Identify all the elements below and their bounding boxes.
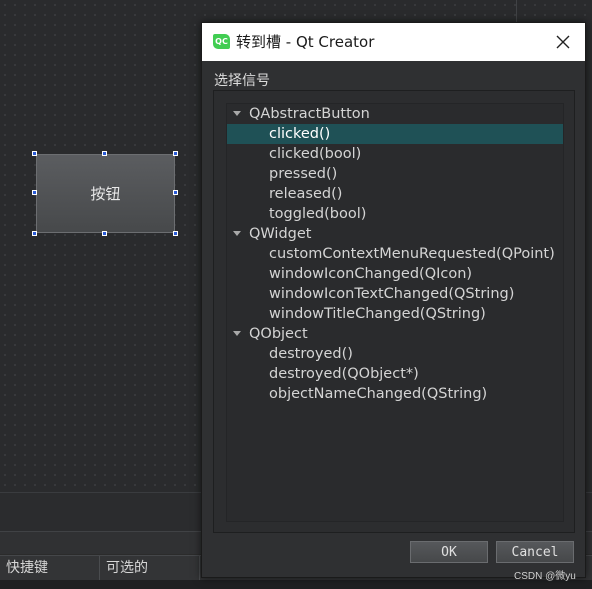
tree-row-label: clicked(bool) <box>269 146 362 162</box>
tree-row-label: windowIconChanged(QIcon) <box>269 266 473 282</box>
resize-handle-bottom[interactable] <box>102 231 107 236</box>
tree-row-label: QAbstractButton <box>249 106 370 122</box>
push-button-label: 按钮 <box>90 185 121 203</box>
tree-item[interactable]: clicked() <box>227 124 563 144</box>
resize-handle-right[interactable] <box>173 190 178 195</box>
signal-tree[interactable]: QAbstractButton clicked() clicked(bool) pre… <box>226 103 564 522</box>
tree-item[interactable]: toggled(bool) <box>227 204 563 224</box>
tree-item[interactable]: customContextMenuRequested(QPoint) <box>227 244 563 264</box>
tree-item[interactable]: objectNameChanged(QString) <box>227 384 563 404</box>
tree-item[interactable]: pressed() <box>227 164 563 184</box>
watermark: CSDN @微yu <box>514 571 576 582</box>
tree-item[interactable]: windowTitleChanged(QString) <box>227 304 563 324</box>
dialog-title: 转到槽 - Qt Creator <box>236 33 375 51</box>
ok-button[interactable]: OK <box>410 541 488 563</box>
tree-row-label: pressed() <box>269 166 338 182</box>
close-button[interactable] <box>541 23 585 61</box>
tree-row-label: destroyed() <box>269 346 353 362</box>
column-header-shortcut-label: 快捷键 <box>6 560 48 576</box>
chevron-down-icon[interactable] <box>233 231 241 236</box>
cancel-button[interactable]: Cancel <box>496 541 574 563</box>
tree-row-label: toggled(bool) <box>269 206 367 222</box>
close-icon <box>556 35 570 49</box>
tree-item[interactable]: destroyed() <box>227 344 563 364</box>
tree-item[interactable]: windowIconTextChanged(QString) <box>227 284 563 304</box>
tree-row-label: windowIconTextChanged(QString) <box>269 286 515 302</box>
resize-handle-top-right[interactable] <box>173 151 178 156</box>
tree-group[interactable]: QWidget <box>227 224 563 244</box>
qt-creator-logo-icon: QC <box>213 34 230 49</box>
column-header-shortcut[interactable]: 快捷键 <box>0 556 100 581</box>
signal-tree-frame: QAbstractButton clicked() clicked(bool) pre… <box>213 90 575 533</box>
column-header-checkable[interactable]: 可选的 <box>100 556 200 581</box>
select-signal-label: 选择信号 <box>214 73 270 89</box>
tree-row-label: QObject <box>249 326 308 342</box>
tree-row-label: released() <box>269 186 343 202</box>
resize-handle-bottom-right[interactable] <box>173 231 178 236</box>
chevron-down-icon[interactable] <box>233 331 241 336</box>
resize-handle-top-left[interactable] <box>32 151 37 156</box>
column-header-checkable-label: 可选的 <box>106 560 148 576</box>
screen: 按钮 快捷键 可选的 QC 转到槽 - Qt Creator 选择信号 QAbs… <box>0 0 592 589</box>
go-to-slot-dialog: QC 转到槽 - Qt Creator 选择信号 QAbstractButton… <box>201 22 586 578</box>
resize-handle-left[interactable] <box>32 190 37 195</box>
status-strip <box>0 580 592 589</box>
dialog-titlebar[interactable]: QC 转到槽 - Qt Creator <box>202 23 585 61</box>
tree-item[interactable]: released() <box>227 184 563 204</box>
tree-group[interactable]: QAbstractButton <box>227 104 563 124</box>
tree-row-label: destroyed(QObject*) <box>269 366 419 382</box>
tree-row-label: windowTitleChanged(QString) <box>269 306 486 322</box>
tree-item[interactable]: windowIconChanged(QIcon) <box>227 264 563 284</box>
tree-item[interactable]: destroyed(QObject*) <box>227 364 563 384</box>
tree-row-label: QWidget <box>249 226 312 242</box>
resize-handle-top[interactable] <box>102 151 107 156</box>
resize-handle-bottom-left[interactable] <box>32 231 37 236</box>
chevron-down-icon[interactable] <box>233 111 241 116</box>
panel-divider <box>516 0 517 22</box>
tree-row-label: objectNameChanged(QString) <box>269 386 488 402</box>
design-push-button[interactable]: 按钮 <box>36 154 175 233</box>
tree-row-label: clicked() <box>269 126 331 142</box>
tree-row-label: customContextMenuRequested(QPoint) <box>269 246 555 262</box>
tree-group[interactable]: QObject <box>227 324 563 344</box>
tree-item[interactable]: clicked(bool) <box>227 144 563 164</box>
